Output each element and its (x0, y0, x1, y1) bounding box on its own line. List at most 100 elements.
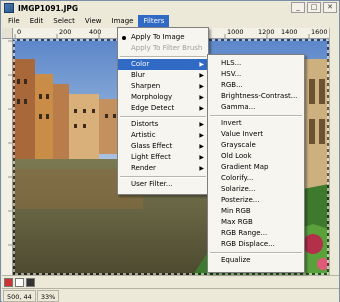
ruler-label: 400 (89, 28, 102, 36)
filters-menu-item: Apply To Filter Brush (118, 43, 208, 54)
menu-select[interactable]: Select (48, 15, 80, 28)
cursor-coordinates: 500, 44 (3, 289, 36, 302)
close-button[interactable]: ✕ (323, 2, 337, 13)
color-menu-item[interactable]: Colorify... (208, 173, 304, 184)
submenu-arrow-icon: ▶ (199, 105, 204, 112)
submenu-arrow-icon: ▶ (199, 121, 204, 128)
menu-item-label: Sharpen (131, 82, 161, 90)
vertical-scrollbar[interactable] (329, 28, 339, 275)
submenu-arrow-icon: ▶ (199, 165, 204, 172)
maximize-button[interactable]: □ (307, 2, 321, 13)
window-controls: _ □ ✕ (291, 2, 337, 13)
filters-menu-item[interactable]: Distorts ▶ (118, 119, 208, 130)
color-menu-item[interactable]: Gamma... (208, 102, 304, 113)
menu-item-label: Blur (131, 71, 146, 79)
color-menu-item[interactable]: HSV... (208, 69, 304, 80)
zoom-level: 33% (36, 289, 60, 302)
menu-item-label: Apply To Filter Brush (131, 44, 203, 52)
radio-bullet-icon (122, 36, 126, 40)
menu-item-label: Posterize... (221, 196, 260, 204)
color-menu-item[interactable]: Invert (208, 118, 304, 129)
color-menu-item[interactable]: Gradient Map (208, 162, 304, 173)
menu-item-label: Gradient Map (221, 163, 269, 171)
filters-menu-item[interactable]: User Filter... (118, 179, 208, 190)
minimize-button[interactable]: _ (291, 2, 305, 13)
menu-item-label: HSV... (221, 70, 242, 78)
color-menu-item[interactable]: Solarize... (208, 184, 304, 195)
filters-menu-item[interactable]: Morphology ▶ (118, 92, 208, 103)
menu-item-label: Light Effect (131, 153, 171, 161)
menu-item-label: Distorts (131, 120, 159, 128)
menu-separator (120, 56, 206, 58)
filters-menu: Apply To Image Apply To Filter Brush Color… (117, 27, 209, 195)
submenu-arrow-icon: ▶ (199, 154, 204, 161)
title-bar[interactable]: IMGP1091.JPG _ □ ✕ (1, 1, 339, 15)
mask-icon[interactable] (26, 277, 35, 287)
color-menu-item[interactable]: RGB Displace... (208, 239, 304, 250)
vertical-ruler (2, 39, 13, 275)
ruler-label: 1600 (311, 28, 328, 36)
window-title: IMGP1091.JPG (18, 3, 79, 13)
menu-item-label: Max RGB (221, 218, 253, 226)
menu-file[interactable]: File (3, 15, 25, 28)
menu-item-label: RGB... (221, 81, 243, 89)
menu-item-label: Min RGB (221, 207, 251, 215)
filters-menu-item[interactable]: Sharpen ▶ (118, 81, 208, 92)
menu-item-label: Brightness-Contrast... (221, 92, 298, 100)
color-menu-item[interactable]: Brightness-Contrast... (208, 91, 304, 102)
ruler-label: 1000 (227, 28, 244, 36)
color-menu-item[interactable]: Equalize (208, 255, 304, 266)
menu-item-label: Morphology (131, 93, 173, 101)
color-menu-item[interactable]: Value Invert (208, 129, 304, 140)
menu-item-label: Gamma... (221, 103, 256, 111)
menu-item-label: Grayscale (221, 141, 256, 149)
menu-item-label: HLS... (221, 59, 242, 67)
submenu-arrow-icon: ▶ (199, 72, 204, 79)
color-menu-item[interactable]: RGB Range... (208, 228, 304, 239)
menu-separator (120, 116, 206, 118)
menu-item-label: Render (131, 164, 156, 172)
menu-item-label: Value Invert (221, 130, 264, 138)
submenu-arrow-icon: ▶ (199, 61, 204, 68)
filters-menu-item[interactable]: Edge Detect ▶ (118, 103, 208, 114)
ruler-corner (2, 28, 13, 39)
submenu-arrow-icon: ▶ (199, 132, 204, 139)
menu-item-label: Old Look (221, 152, 252, 160)
filters-menu-item[interactable]: Glass Effect ▶ (118, 141, 208, 152)
filters-menu-item[interactable]: Render ▶ (118, 163, 208, 174)
menu-item-label: User Filter... (131, 180, 173, 188)
filters-menu-item[interactable]: Artistic ▶ (118, 130, 208, 141)
submenu-arrow-icon: ▶ (199, 143, 204, 150)
color-menu-item[interactable]: Min RGB (208, 206, 304, 217)
filters-menu-item[interactable]: Blur ▶ (118, 70, 208, 81)
color-submenu: HLS... HSV... RGB... Brightness-Contrast...… (207, 54, 305, 273)
foreground-color-icon[interactable] (4, 277, 13, 287)
color-menu-item[interactable]: RGB... (208, 80, 304, 91)
filters-menu-item[interactable]: Color ▶ (118, 59, 208, 70)
color-menu-item[interactable]: Max RGB (208, 217, 304, 228)
filters-menu-item[interactable]: Apply To Image (118, 32, 208, 43)
menu-item-label: Artistic (131, 131, 156, 139)
menu-item-label: Glass Effect (131, 142, 173, 150)
filters-menu-item[interactable]: Light Effect ▶ (118, 152, 208, 163)
menu-item-label: Colorify... (221, 174, 254, 182)
image-file-icon (4, 3, 14, 13)
color-menu-item[interactable]: HLS... (208, 58, 304, 69)
menu-item-label: Color (131, 60, 150, 68)
ruler-label: 200 (59, 28, 72, 36)
background-color-icon[interactable] (15, 277, 24, 287)
menu-edit[interactable]: Edit (25, 15, 49, 28)
color-menu-item[interactable]: Old Look (208, 151, 304, 162)
menu-item-label: Solarize... (221, 185, 256, 193)
status-bar: 500, 44 33% (2, 288, 339, 302)
menu-view[interactable]: View (80, 15, 107, 28)
ruler-label: 1400 (281, 28, 298, 36)
menu-item-label: Equalize (221, 256, 251, 264)
tool-strip (2, 275, 339, 288)
submenu-arrow-icon: ▶ (199, 83, 204, 90)
color-menu-item[interactable]: Posterize... (208, 195, 304, 206)
menu-separator (120, 176, 206, 178)
color-menu-item[interactable]: Grayscale (208, 140, 304, 151)
submenu-arrow-icon: ▶ (199, 94, 204, 101)
menu-separator (210, 252, 302, 254)
